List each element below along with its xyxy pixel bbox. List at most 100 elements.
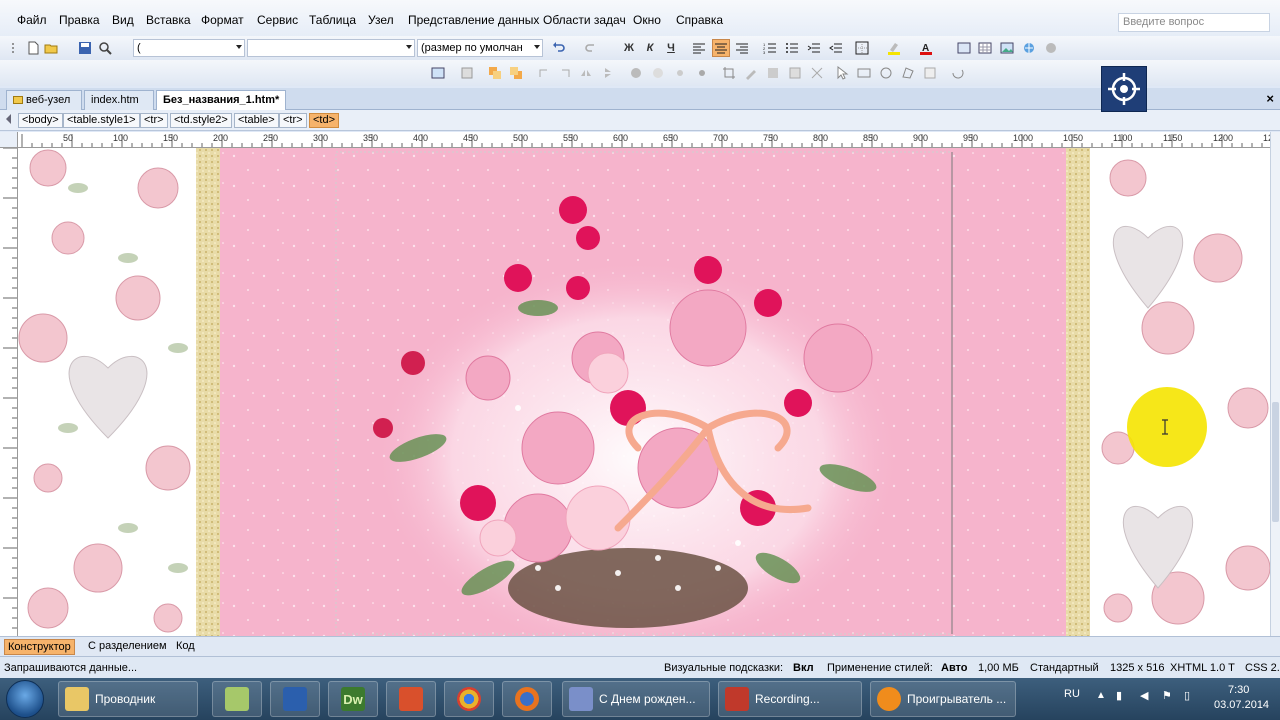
bring-forward-icon[interactable] xyxy=(486,64,504,82)
numbered-list-icon[interactable]: 123 xyxy=(761,39,779,57)
style-combo[interactable]: ( xyxy=(133,39,245,57)
rectangle-hotspot-icon[interactable] xyxy=(855,64,873,82)
font-combo[interactable] xyxy=(247,39,415,57)
taskbar-notes[interactable] xyxy=(212,681,262,717)
flip-horizontal-icon[interactable] xyxy=(577,64,595,82)
table-icon[interactable] xyxy=(976,39,994,57)
bevel-icon[interactable] xyxy=(786,64,804,82)
tag-body[interactable]: <body> xyxy=(18,113,63,128)
taskbar-media-player[interactable]: Проигрыватель ... xyxy=(870,681,1016,717)
less-brightness-icon[interactable] xyxy=(693,64,711,82)
select-icon[interactable] xyxy=(833,64,851,82)
menu-table[interactable]: Таблица xyxy=(309,13,356,27)
new-page-icon[interactable] xyxy=(24,39,42,57)
align-right-icon[interactable] xyxy=(733,39,751,57)
css-schema[interactable]: CSS 2.1 xyxy=(1245,662,1280,674)
underline-icon[interactable]: Ч xyxy=(662,39,680,57)
tag-table[interactable]: <table> xyxy=(234,113,279,128)
menu-format[interactable]: Формат xyxy=(201,13,244,27)
edit-mode[interactable]: Стандартный xyxy=(1030,662,1099,674)
flip-vertical-icon[interactable] xyxy=(599,64,617,82)
speaker-icon[interactable]: ◀ xyxy=(1140,689,1148,720)
design-view-button[interactable]: Конструктор xyxy=(4,639,75,655)
color-icon[interactable] xyxy=(764,64,782,82)
taskbar-explorer[interactable]: Проводник xyxy=(58,681,198,717)
tab-untitled[interactable]: Без_названия_1.htm* xyxy=(156,90,286,110)
show-hidden-icons-icon[interactable]: ▲ xyxy=(1096,690,1106,720)
restore-icon[interactable] xyxy=(949,64,967,82)
font-color-icon[interactable]: A xyxy=(917,39,935,57)
resample-icon[interactable] xyxy=(808,64,826,82)
menu-task-panes[interactable]: Области задач xyxy=(543,13,626,27)
less-contrast-icon[interactable] xyxy=(649,64,667,82)
taskbar-recording[interactable]: Recording... xyxy=(718,681,862,717)
taskbar-word[interactable] xyxy=(270,681,320,717)
menu-help[interactable]: Справка xyxy=(676,13,723,27)
hyperlink-icon[interactable] xyxy=(1020,39,1038,57)
taskbar-dreamweaver[interactable]: Dw xyxy=(328,681,378,717)
split-view-button[interactable]: С разделением xyxy=(85,639,170,655)
visual-aids-value[interactable]: Вкл xyxy=(793,662,814,674)
send-backward-icon[interactable] xyxy=(507,64,525,82)
menu-view[interactable]: Вид xyxy=(112,13,134,27)
doctype-schema[interactable]: XHTML 1.0 T xyxy=(1170,662,1235,674)
highlight-hotspots-icon[interactable] xyxy=(921,64,939,82)
tab-website[interactable]: веб-узел xyxy=(6,90,82,110)
taskbar-expression-web[interactable]: С Днем рожден... xyxy=(562,681,710,717)
tag-table-style1[interactable]: <table.style1> xyxy=(63,113,140,128)
menu-insert[interactable]: Вставка xyxy=(146,13,191,27)
insert-picture-icon[interactable] xyxy=(429,64,447,82)
menu-data-view[interactable]: Представление данных xyxy=(408,13,539,27)
redo-icon[interactable] xyxy=(582,39,600,57)
open-icon[interactable] xyxy=(42,39,60,57)
more-brightness-icon[interactable] xyxy=(671,64,689,82)
taskbar-chrome[interactable] xyxy=(444,681,494,717)
undo-icon[interactable] xyxy=(550,39,568,57)
indent-icon[interactable] xyxy=(827,39,845,57)
menu-edit[interactable]: Правка xyxy=(59,13,100,27)
scrollbar-thumb[interactable] xyxy=(1272,402,1279,522)
save-icon[interactable] xyxy=(76,39,94,57)
taskbar-firefox[interactable] xyxy=(502,681,552,717)
tag-tr-inner[interactable]: <tr> xyxy=(279,113,307,128)
font-size-combo[interactable]: (размер по умолчан xyxy=(417,39,543,57)
battery-icon[interactable]: ▯ xyxy=(1184,689,1190,720)
layer-icon[interactable] xyxy=(955,39,973,57)
rotate-left-icon[interactable] xyxy=(535,64,553,82)
menu-site[interactable]: Узел xyxy=(368,13,394,27)
outdent-icon[interactable] xyxy=(805,39,823,57)
align-center-icon[interactable] xyxy=(712,39,730,57)
start-button[interactable] xyxy=(6,680,44,718)
code-view-button[interactable]: Код xyxy=(173,639,198,655)
language-indicator[interactable]: RU xyxy=(1064,688,1080,720)
style-application-value[interactable]: Авто xyxy=(941,662,968,674)
help-search-input[interactable]: Введите вопрос xyxy=(1118,13,1270,32)
set-transparent-icon[interactable] xyxy=(742,64,760,82)
vertical-scrollbar[interactable] xyxy=(1270,132,1280,636)
circle-hotspot-icon[interactable] xyxy=(877,64,895,82)
tag-td-style2[interactable]: <td.style2> xyxy=(170,113,232,128)
tag-scroll-left-icon[interactable] xyxy=(6,114,11,124)
design-canvas[interactable] xyxy=(18,148,1270,636)
menu-tools[interactable]: Сервис xyxy=(257,13,298,27)
rotate-right-icon[interactable] xyxy=(556,64,574,82)
bold-icon[interactable]: Ж xyxy=(620,39,638,57)
preview-icon[interactable] xyxy=(96,39,114,57)
align-left-icon[interactable] xyxy=(690,39,708,57)
stop-icon[interactable] xyxy=(1042,39,1060,57)
picture-icon[interactable] xyxy=(998,39,1016,57)
auto-thumbnail-icon[interactable] xyxy=(458,64,476,82)
borders-icon[interactable] xyxy=(853,39,871,57)
close-document-icon[interactable]: × xyxy=(1266,91,1274,106)
flag-icon[interactable]: ⚑ xyxy=(1162,689,1172,720)
polygon-hotspot-icon[interactable] xyxy=(899,64,917,82)
menu-file[interactable]: Файл xyxy=(17,13,47,27)
network-icon[interactable]: ▮ xyxy=(1116,689,1122,720)
crop-icon[interactable] xyxy=(720,64,738,82)
taskbar-powerpoint[interactable] xyxy=(386,681,436,717)
bullet-list-icon[interactable] xyxy=(783,39,801,57)
highlight-icon[interactable] xyxy=(885,39,903,57)
clock-date[interactable]: 03.07.2014 xyxy=(1214,699,1269,720)
tag-td-selected[interactable]: <td> xyxy=(309,113,340,128)
tag-tr[interactable]: <tr> xyxy=(140,113,168,128)
